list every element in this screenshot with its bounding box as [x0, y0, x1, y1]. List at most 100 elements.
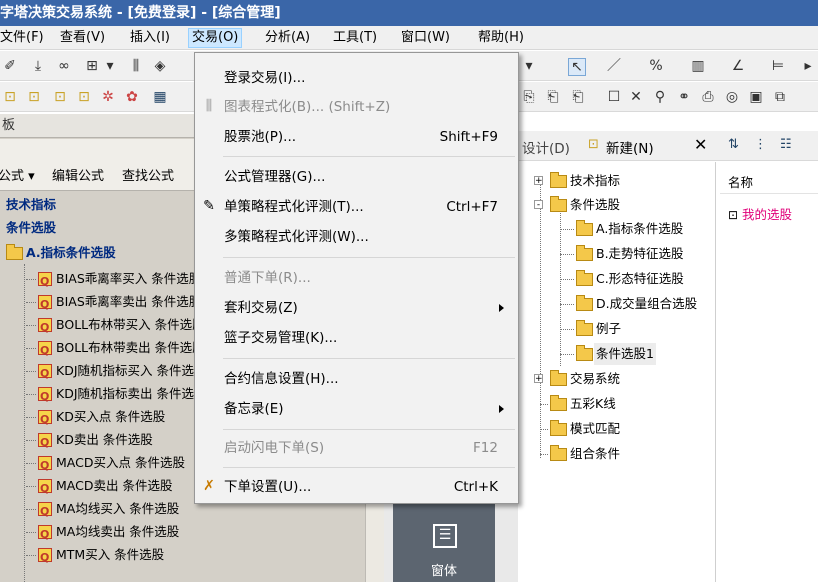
window-layout-icon: ☰	[433, 524, 457, 548]
angle-tool-icon[interactable]: ∠	[730, 58, 746, 74]
menu-view[interactable]: 查看(V)	[57, 29, 108, 47]
tools-icon[interactable]: ✿	[124, 89, 140, 105]
screening-formula-icon	[38, 524, 52, 546]
percent-icon[interactable]: %	[648, 58, 664, 74]
menu-help[interactable]: 帮助(H)	[475, 29, 527, 47]
link-icon[interactable]: ∞	[56, 58, 72, 74]
preview-icon[interactable]: ◎	[724, 89, 740, 105]
menu-insert[interactable]: 插入(I)	[127, 29, 173, 47]
menu-item-normal-order[interactable]: 普通下单(R)...	[195, 265, 518, 291]
formula-icon[interactable]: ⊡	[2, 89, 18, 105]
download-icon[interactable]: ⤓	[30, 58, 46, 74]
screening-formula-icon	[38, 432, 52, 454]
menu-item-formula-manager[interactable]: 公式管理器(G)...	[195, 164, 518, 190]
menu-item-login-trade[interactable]: 登录交易(I)...	[195, 65, 518, 91]
menu-item-memo[interactable]: 备忘录(E)	[195, 396, 518, 422]
open-folder-icon	[576, 345, 593, 361]
menu-trade[interactable]: 交易(O)	[188, 28, 243, 48]
grid-icon[interactable]: ⊞	[84, 58, 100, 74]
chevron-down-icon[interactable]: ▾	[521, 58, 537, 74]
binoculars-icon[interactable]: ⚲	[652, 89, 668, 105]
screening-formula-icon	[38, 455, 52, 477]
screening-formula-icon	[38, 271, 52, 293]
formula-new-icon[interactable]: ⊡	[52, 89, 68, 105]
formula-delete-icon[interactable]: ⊡	[76, 89, 92, 105]
menu-item-single-strategy-test[interactable]: ✎ 单策略程式化评测(T)... Ctrl+F7	[195, 194, 518, 220]
folder-icon	[550, 445, 567, 461]
clipboard-icon[interactable]: ⎗	[570, 89, 586, 105]
folder-icon	[576, 245, 593, 261]
folder-icon	[550, 196, 567, 212]
folder-icon	[550, 420, 567, 436]
folder-icon	[6, 244, 23, 260]
menu-item-chart-programmatic[interactable]: ⫼ 图表程式化(B)... (Shift+Z)	[195, 94, 518, 120]
menu-window[interactable]: 窗口(W)	[398, 29, 453, 47]
hline-tool-icon[interactable]: ⊨	[770, 58, 786, 74]
folder-icon	[550, 395, 567, 411]
menu-item-basket-trade[interactable]: 篮子交易管理(K)...	[195, 325, 518, 351]
list-item[interactable]: ⊡ 我的选股	[728, 204, 792, 223]
expander-icon[interactable]: -	[534, 200, 543, 210]
screening-formula-icon	[38, 409, 52, 431]
pencil-icon[interactable]: ✐	[2, 58, 18, 74]
close-icon[interactable]: ✕	[628, 89, 644, 105]
menu-item-contract-settings[interactable]: 合约信息设置(H)...	[195, 366, 518, 392]
sort-icon[interactable]: ⇅	[728, 137, 739, 152]
print-icon[interactable]: ⎙	[700, 89, 716, 105]
diamond-icon[interactable]: ◈	[152, 58, 168, 74]
copy-icon[interactable]: ⎘	[521, 89, 537, 105]
column-header-name[interactable]: 名称	[720, 172, 818, 194]
edit-icon: ✎	[203, 198, 215, 214]
screening-formula-icon	[38, 478, 52, 500]
panel-title-text: 板	[2, 118, 16, 133]
window-title: 金字塔决策交易系统 - [免费登录] - [综合管理]	[0, 5, 281, 21]
menu-file[interactable]: 文件(F)	[0, 29, 47, 47]
new-button[interactable]: 新建(N)	[606, 137, 654, 157]
split-icon[interactable]: ⧉	[772, 89, 788, 105]
screening-formula-icon	[38, 501, 52, 523]
star-icon[interactable]: ✲	[100, 89, 116, 105]
formula-edit-icon[interactable]: ⊡	[26, 89, 42, 105]
delete-icon[interactable]: ✕	[694, 135, 707, 154]
menu-tools[interactable]: 工具(T)	[330, 29, 380, 47]
title-bar: 金字塔决策交易系统 - [免费登录] - [综合管理]	[0, 0, 818, 26]
menu-item-stock-pool[interactable]: 股票池(P)... Shift+F9	[195, 124, 518, 150]
formula-list: 名称 ⊡ 我的选股	[720, 162, 818, 582]
chevron-down-icon[interactable]: ▾	[102, 58, 118, 74]
more-icon[interactable]: ▸	[800, 58, 816, 74]
bars-icon[interactable]: ⫼	[128, 58, 144, 74]
edit-formula-button[interactable]: 编辑公式	[52, 165, 104, 184]
cursor-icon[interactable]: ↖	[568, 58, 586, 76]
paste-icon[interactable]: ⎗	[545, 89, 561, 105]
formula-dropdown-button[interactable]: 公式 ▾	[0, 165, 35, 184]
expander-icon[interactable]: +	[534, 374, 543, 384]
tree-view-icon[interactable]: ⋮	[754, 137, 767, 152]
design-button[interactable]: 设计(D)	[522, 137, 570, 157]
table-tool-icon[interactable]: ▥	[690, 58, 706, 74]
wrench-icon: ✗	[203, 478, 215, 494]
menu-item-flash-order[interactable]: 启动闪电下单(S) F12	[195, 435, 518, 461]
folder-icon	[576, 220, 593, 236]
replace-icon[interactable]: ⚭	[676, 89, 692, 105]
find-formula-button[interactable]: 查找公式	[122, 165, 174, 184]
screening-formula-icon	[38, 294, 52, 316]
formula-category-tree: + 技术指标 - 条件选股 A.指标条件选股 B.走势特征选股 C.形态特征选股…	[520, 162, 716, 582]
menu-analysis[interactable]: 分析(A)	[262, 29, 313, 47]
expander-icon[interactable]: +	[534, 176, 543, 186]
list-view-icon[interactable]: ☷	[780, 137, 792, 152]
line-tool-icon[interactable]: ／	[606, 58, 622, 74]
submenu-arrow-icon	[499, 405, 504, 413]
menu-item-order-settings[interactable]: ✗ 下单设置(U)... Ctrl+K	[195, 474, 518, 500]
screening-formula-icon	[38, 317, 52, 339]
window-icon[interactable]: ▦	[152, 89, 168, 105]
menu-item-arbitrage-trade[interactable]: 套利交易(Z)	[195, 295, 518, 321]
screening-formula-icon	[38, 547, 52, 569]
menu-bar: 文件(F) 查看(V) 插入(I) 交易(O) 分析(A) 工具(T) 窗口(W…	[0, 26, 818, 50]
formula-file-icon: ⊡	[728, 208, 739, 222]
window-button[interactable]: ☰ 窗体	[393, 500, 495, 582]
menu-item-multi-strategy-test[interactable]: 多策略程式化评测(W)...	[195, 224, 518, 250]
folder-icon	[576, 320, 593, 336]
screening-formula-icon	[38, 340, 52, 362]
new-file-icon[interactable]: ☐	[606, 89, 622, 105]
save-icon[interactable]: ▣	[748, 89, 764, 105]
